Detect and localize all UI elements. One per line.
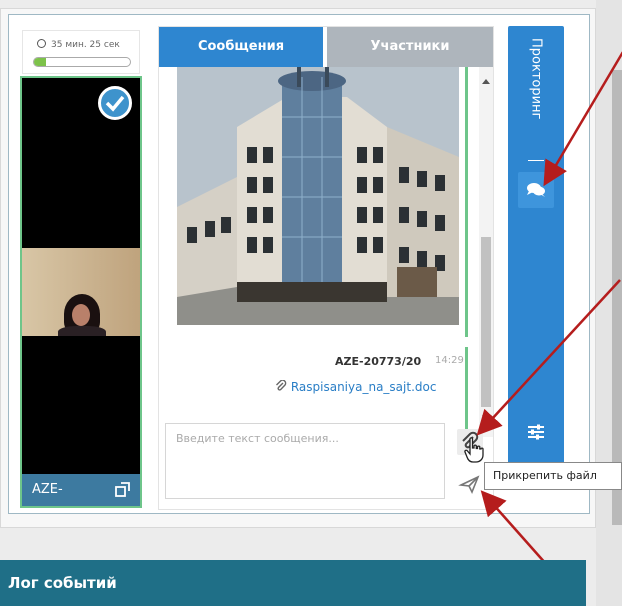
message-attachment-link[interactable]: Raspisaniya_na_sajt.doc [275,379,437,394]
send-button[interactable] [457,471,483,497]
exam-timer: 35 мин. 25 сек [22,30,140,74]
message-time: 14:29 [435,355,464,366]
page-scroll-track[interactable] [596,0,622,606]
paperclip-icon [276,379,287,391]
hand-cursor-icon [464,437,484,463]
message-indicator [465,347,468,431]
building-photo[interactable] [177,67,459,325]
tab-participants[interactable]: Участники [327,27,493,67]
expand-icon[interactable] [115,482,130,497]
chat-toggle-button[interactable] [518,172,554,208]
scroll-up-arrow[interactable] [482,79,490,84]
chat-bubble-icon [527,183,545,197]
check-icon [98,86,132,120]
tab-messages[interactable]: Сообщения [159,27,323,67]
scroll-thumb[interactable] [481,237,491,407]
time-progress-bar [33,57,131,67]
chat-tabs: Сообщения Участники [159,27,493,67]
proctoring-panel: Прокторинг [508,26,564,466]
proctoring-title[interactable]: Прокторинг [508,38,564,158]
participant-video[interactable]: AZE- [20,76,142,508]
scroll-down-arrow[interactable] [482,415,490,420]
attach-file-tooltip: Прикрепить файл [484,462,622,490]
clock-icon [37,39,46,48]
sliders-icon[interactable] [524,420,548,444]
chat-panel: Сообщения Участники AZE-20773/20 14:29 R… [158,26,494,510]
participant-label-bar: AZE- [22,474,140,506]
page-scroll-thumb[interactable] [612,70,622,525]
timer-text: 35 мин. 25 сек [37,39,120,50]
divider [528,160,544,161]
message-indicator [465,67,468,337]
timer-value: 35 мин. 25 сек [51,40,120,50]
messages-scrollbar[interactable] [479,67,493,437]
send-icon [458,475,480,494]
events-log-header[interactable]: Лог событий [0,560,586,606]
message-input[interactable] [166,424,444,498]
time-progress-fill [34,58,46,66]
attachment-filename[interactable]: Raspisaniya_na_sajt.doc [291,380,437,394]
webcam-image [22,248,140,336]
participant-id: AZE- [32,482,63,497]
message-compose-box [165,423,445,499]
message-sender: AZE-20773/20 [335,355,422,368]
messages-list: AZE-20773/20 14:29 Raspisaniya_na_sajt.d… [159,67,479,437]
